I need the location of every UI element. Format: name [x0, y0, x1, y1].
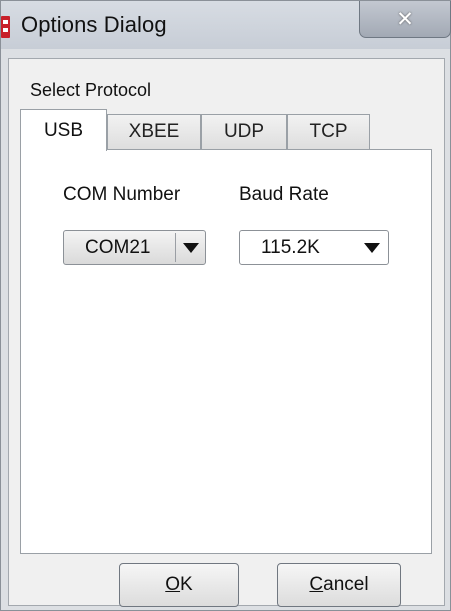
dropdown-arrow-icon[interactable] [364, 243, 380, 253]
tab-xbee[interactable]: XBEE [107, 114, 201, 149]
cancel-button[interactable]: Cancel [277, 563, 401, 607]
com-number-dropdown[interactable]: COM21 [63, 230, 206, 265]
close-icon: ✕ [396, 7, 414, 31]
dropdown-separator [175, 233, 176, 262]
close-button[interactable]: ✕ [359, 1, 451, 38]
tab-label: UDP [223, 121, 265, 142]
baud-rate-value: 115.2K [261, 236, 320, 258]
window-title: Options Dialog [21, 12, 167, 37]
options-dialog-window: Options Dialog ✕ Select Protocol USB XBE… [0, 0, 451, 611]
usb-tab-panel: COM Number Baud Rate COM21 115.2K [20, 149, 432, 554]
ok-button-label: OK [165, 574, 193, 595]
tab-label: XBEE [128, 121, 180, 142]
dialog-client-area: Select Protocol USB XBEE UDP TCP COM Num… [8, 58, 445, 607]
ok-button[interactable]: OK [119, 563, 239, 607]
select-protocol-label: Select Protocol [30, 80, 152, 100]
cancel-button-label: Cancel [309, 574, 369, 595]
baud-rate-label: Baud Rate [239, 184, 329, 205]
baud-rate-dropdown[interactable]: 115.2K [239, 230, 389, 265]
title-bar[interactable]: Options Dialog ✕ [1, 1, 451, 49]
dropdown-arrow-icon[interactable] [183, 243, 199, 253]
com-number-value: COM21 [85, 236, 151, 258]
tab-udp[interactable]: UDP [201, 114, 287, 149]
tab-tcp[interactable]: TCP [287, 114, 370, 149]
tab-label: USB [43, 119, 84, 141]
tab-usb[interactable]: USB [20, 109, 107, 151]
com-number-label: COM Number [63, 184, 181, 205]
app-icon [1, 16, 15, 38]
tab-label: TCP [309, 121, 348, 142]
